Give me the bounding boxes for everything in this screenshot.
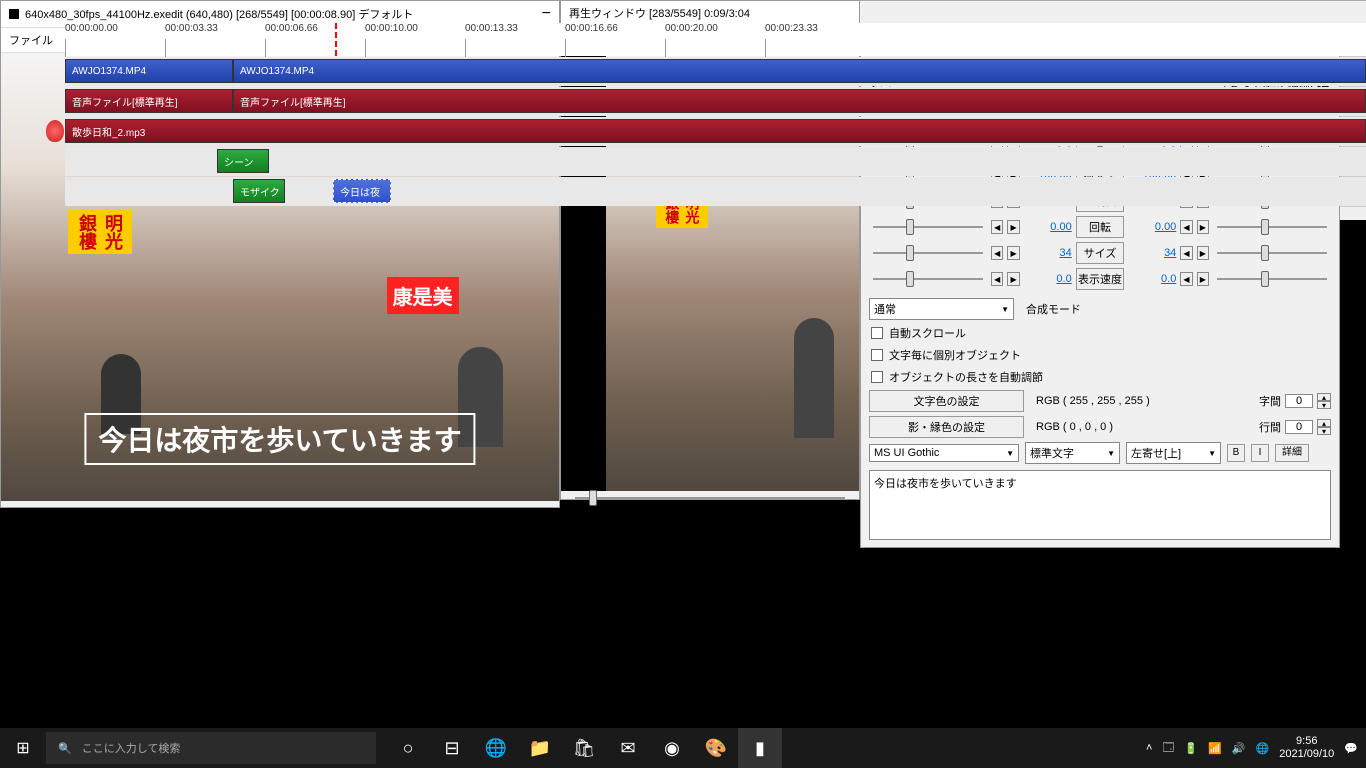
playhead[interactable] bbox=[335, 23, 337, 56]
prop-label-6[interactable]: サイズ bbox=[1076, 242, 1125, 264]
value-right-6[interactable]: 34 bbox=[1128, 247, 1176, 259]
play-title: 再生ウィンドウ [283/5549] 0:09/3:04 bbox=[569, 5, 750, 21]
minimize-button[interactable]: − bbox=[542, 5, 551, 23]
value-right-5[interactable]: 0.00 bbox=[1128, 221, 1176, 233]
subtitle-overlay: 今日は夜市を歩いていきます bbox=[84, 413, 475, 465]
font-combo[interactable]: MS UI Gothic▼ bbox=[869, 444, 1019, 462]
play-seek[interactable] bbox=[561, 491, 859, 505]
menu-file[interactable]: ファイル bbox=[9, 32, 53, 48]
inc-right-6[interactable]: ▶ bbox=[1197, 246, 1209, 260]
dec-right-7[interactable]: ◀ bbox=[1180, 272, 1192, 286]
tray-chevron-icon[interactable]: ˄ bbox=[1146, 742, 1152, 754]
prop-label-5[interactable]: 回転 bbox=[1076, 216, 1125, 238]
spacing-label: 字間 bbox=[1259, 393, 1281, 409]
timeline-panel: 拡張編集 [00:00:08.90] [268/5549] Root 00:00… bbox=[0, 0, 1366, 220]
paint-icon[interactable]: 🎨 bbox=[694, 728, 738, 768]
inc-right-7[interactable]: ▶ bbox=[1197, 272, 1209, 286]
italic-button[interactable]: I bbox=[1251, 444, 1269, 462]
tray-battery-icon[interactable]: 🔋 bbox=[1184, 742, 1198, 755]
dec-right-5[interactable]: ◀ bbox=[1180, 220, 1192, 234]
mail-icon[interactable]: ✉ bbox=[606, 728, 650, 768]
tick-0: 00:00:00.00 bbox=[65, 23, 118, 34]
tick-2: 00:00:06.66 bbox=[265, 23, 318, 34]
inc-left-7[interactable]: ▶ bbox=[1007, 272, 1019, 286]
clip-text-selected[interactable]: 今日は夜 bbox=[333, 179, 391, 203]
chrome-icon[interactable]: ◉ bbox=[650, 728, 694, 768]
layer-2-track[interactable]: 音声ファイル[標準再生] 音声ファイル[標準再生] bbox=[65, 87, 1366, 116]
layer-5-track[interactable]: モザイク 今日は夜 bbox=[65, 177, 1366, 206]
clip-bgm[interactable]: 散歩日和_2.mp3 bbox=[65, 119, 1366, 143]
check-autoscroll[interactable] bbox=[871, 327, 883, 339]
edge-icon[interactable]: 🌐 bbox=[474, 728, 518, 768]
align-combo[interactable]: 左寄せ[上]▼ bbox=[1126, 442, 1221, 464]
cortana-icon[interactable]: ○ bbox=[386, 728, 430, 768]
prop-label-7[interactable]: 表示速度 bbox=[1076, 268, 1125, 290]
text-color-button[interactable]: 文字色の設定 bbox=[869, 390, 1024, 412]
line-input[interactable] bbox=[1285, 420, 1313, 434]
tick-3: 00:00:10.00 bbox=[365, 23, 418, 34]
style-combo[interactable]: 標準文字▼ bbox=[1025, 442, 1120, 464]
line-label: 行間 bbox=[1259, 419, 1281, 435]
clip-audio-1[interactable]: 音声ファイル[標準再生] bbox=[65, 89, 233, 113]
taskbar-clock[interactable]: 9:562021/09/10 bbox=[1279, 735, 1334, 761]
dec-left-7[interactable]: ◀ bbox=[991, 272, 1003, 286]
text-input[interactable]: 今日は夜市を歩いていきます bbox=[869, 470, 1331, 540]
inc-left-6[interactable]: ▶ bbox=[1007, 246, 1019, 260]
taskbar: ⊞ 🔍 ここに入力して検索 ○ ⊟ 🌐 📁 🛍 ✉ ◉ 🎨 ▮ ˄ 🗔 🔋 📶 … bbox=[0, 728, 1366, 768]
time-ruler[interactable]: 00:00:00.00 00:00:03.33 00:00:06.66 00:00:1… bbox=[65, 23, 1366, 56]
clip-scene[interactable]: シーン bbox=[217, 149, 269, 173]
detail-button[interactable]: 詳細 bbox=[1275, 444, 1309, 462]
value-left-6[interactable]: 34 bbox=[1024, 247, 1072, 259]
layer-1-track[interactable]: AWJO1374.MP4 AWJO1374.MP4 bbox=[65, 57, 1366, 86]
line-down[interactable]: ▾ bbox=[1317, 427, 1331, 435]
check-per-char[interactable] bbox=[871, 349, 883, 361]
tick-6: 00:00:20.00 bbox=[665, 23, 718, 34]
main-title: 640x480_30fps_44100Hz.exedit (640,480) [… bbox=[25, 6, 413, 22]
value-left-7[interactable]: 0.0 bbox=[1024, 273, 1072, 285]
shadow-color-value: RGB ( 0 , 0 , 0 ) bbox=[1036, 421, 1113, 433]
dec-left-5[interactable]: ◀ bbox=[991, 220, 1003, 234]
tick-1: 00:00:03.33 bbox=[165, 23, 218, 34]
clip-video-1[interactable]: AWJO1374.MP4 bbox=[65, 59, 233, 83]
app-icon bbox=[9, 9, 19, 19]
notifications-icon[interactable]: 💬 bbox=[1344, 742, 1358, 755]
text-color-value: RGB ( 255 , 255 , 255 ) bbox=[1036, 395, 1150, 407]
spacing-down[interactable]: ▾ bbox=[1317, 401, 1331, 409]
shadow-color-button[interactable]: 影・縁色の設定 bbox=[869, 416, 1024, 438]
check-auto-length[interactable] bbox=[871, 371, 883, 383]
dec-left-6[interactable]: ◀ bbox=[991, 246, 1003, 260]
inc-left-5[interactable]: ▶ bbox=[1007, 220, 1019, 234]
start-button[interactable]: ⊞ bbox=[0, 728, 46, 768]
search-placeholder: ここに入力して検索 bbox=[82, 740, 181, 756]
tray-wifi-icon[interactable]: 📶 bbox=[1208, 742, 1222, 755]
bold-button[interactable]: B bbox=[1227, 444, 1245, 462]
aviutl-icon[interactable]: ▮ bbox=[738, 728, 782, 768]
blend-mode-combo[interactable]: 通常▼ bbox=[869, 298, 1014, 320]
blend-label: 合成モード bbox=[1026, 301, 1081, 317]
store-icon[interactable]: 🛍 bbox=[562, 728, 606, 768]
clip-audio-2[interactable]: 音声ファイル[標準再生] bbox=[233, 89, 1366, 113]
explorer-icon[interactable]: 📁 bbox=[518, 728, 562, 768]
layer-4-track[interactable]: シーン bbox=[65, 147, 1366, 176]
tray-volume-icon[interactable]: 🔊 bbox=[1232, 742, 1246, 755]
value-right-7[interactable]: 0.0 bbox=[1128, 273, 1176, 285]
taskbar-search[interactable]: 🔍 ここに入力して検索 bbox=[46, 732, 376, 764]
clip-mosaic[interactable]: モザイク bbox=[233, 179, 285, 203]
layer-3-track[interactable]: 散歩日和_2.mp3 bbox=[65, 117, 1366, 146]
dec-right-6[interactable]: ◀ bbox=[1180, 246, 1192, 260]
tick-7: 00:00:23.33 bbox=[765, 23, 818, 34]
value-left-5[interactable]: 0.00 bbox=[1024, 221, 1072, 233]
tray-network-icon[interactable]: 🌐 bbox=[1256, 742, 1270, 755]
tick-4: 00:00:13.33 bbox=[465, 23, 518, 34]
inc-right-5[interactable]: ▶ bbox=[1197, 220, 1209, 234]
search-icon: 🔍 bbox=[58, 742, 72, 755]
tick-5: 00:00:16.66 bbox=[565, 23, 618, 34]
tray-ime-icon[interactable]: 🗔 bbox=[1162, 739, 1174, 758]
task-view-icon[interactable]: ⊟ bbox=[430, 728, 474, 768]
clip-video-2[interactable]: AWJO1374.MP4 bbox=[233, 59, 1366, 83]
spacing-input[interactable] bbox=[1285, 394, 1313, 408]
